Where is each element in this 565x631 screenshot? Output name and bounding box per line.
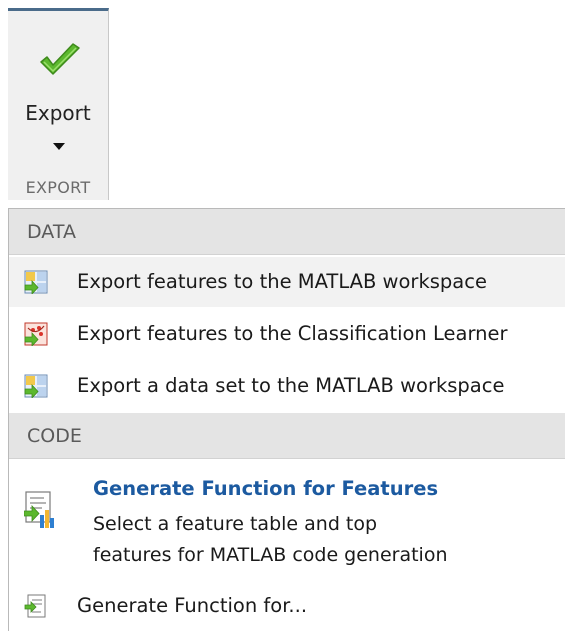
- export-group-label: EXPORT: [25, 178, 91, 197]
- green-checkmark-icon: [40, 43, 80, 75]
- workspace-export-icon: [24, 374, 48, 398]
- export-button-label: Export: [25, 101, 91, 125]
- export-toolstrip-group: Export EXPORT: [8, 8, 109, 200]
- menu-item-generate-function-for-features[interactable]: Generate Function for Features Select a …: [9, 461, 565, 579]
- menu-item-generate-function-for[interactable]: Generate Function for...: [9, 581, 565, 631]
- caret-down-icon[interactable]: [53, 143, 65, 151]
- classification-learner-icon: [24, 322, 48, 346]
- section-header-data: DATA: [9, 209, 565, 255]
- menu-item-export-features-workspace[interactable]: Export features to the MATLAB workspace: [9, 257, 565, 307]
- section-header-code: CODE: [9, 413, 565, 459]
- menu-item-label: Export features to the MATLAB workspace: [77, 270, 487, 293]
- export-button[interactable]: Export: [8, 11, 108, 171]
- workspace-export-icon: [24, 270, 48, 294]
- menu-item-export-features-classification-learner[interactable]: Export features to the Classification Le…: [9, 309, 565, 359]
- description-line-2: features for MATLAB code generation: [93, 544, 448, 566]
- export-dropdown-menu: DATA Export features to the MATLAB works…: [8, 208, 565, 631]
- generate-function-icon: [24, 594, 46, 618]
- generate-function-description: Select a feature table and top features …: [93, 509, 513, 571]
- description-line-1: Select a feature table and top: [93, 513, 378, 535]
- menu-item-label: Export a data set to the MATLAB workspac…: [77, 374, 505, 397]
- menu-item-label: Export features to the Classification Le…: [77, 322, 508, 345]
- menu-item-label: Generate Function for...: [77, 594, 308, 617]
- generate-function-chart-icon: [24, 491, 54, 528]
- generate-function-title: Generate Function for Features: [93, 477, 439, 500]
- menu-item-export-dataset-workspace[interactable]: Export a data set to the MATLAB workspac…: [9, 361, 565, 411]
